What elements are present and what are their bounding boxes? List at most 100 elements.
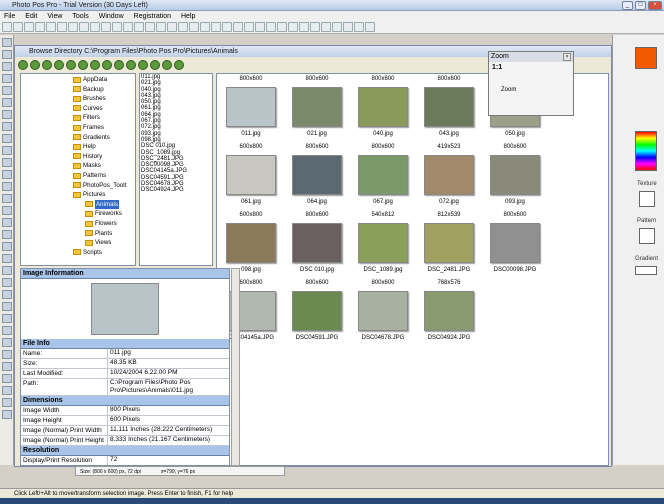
tree-item[interactable]: Masks	[73, 161, 101, 170]
tool-icon[interactable]	[2, 266, 12, 275]
tree-item[interactable]: Gradients	[73, 133, 110, 142]
tool-icon[interactable]	[2, 254, 12, 263]
tool-icon[interactable]	[2, 98, 12, 107]
thumbnail-item[interactable]: 600x800 061.jpg	[219, 143, 283, 211]
toolbar-button-icon[interactable]	[68, 22, 78, 32]
toolbar-button-icon[interactable]	[299, 22, 309, 32]
tool-icon[interactable]	[2, 398, 12, 407]
toolbar-button-icon[interactable]	[90, 22, 100, 32]
thumbnail-item[interactable]: 800x600 067.jpg	[351, 143, 415, 211]
menu-item-file[interactable]: File	[4, 13, 15, 20]
file-list-item[interactable]: DSC04924.JPG	[140, 187, 212, 193]
thumbnail-item[interactable]: 800x600 040.jpg	[351, 75, 415, 143]
browse-tool-icon[interactable]	[66, 59, 76, 70]
gradient-swatch[interactable]	[635, 266, 657, 275]
tree-item[interactable]: PhotoPos_Toolt	[73, 181, 126, 190]
tree-item[interactable]: Frames	[73, 123, 104, 132]
toolbar-button-icon[interactable]	[2, 22, 12, 32]
tool-icon[interactable]	[2, 38, 12, 47]
toolbar-button-icon[interactable]	[310, 22, 320, 32]
menu-item-tools[interactable]: Tools	[72, 13, 88, 20]
tree-item[interactable]: Fireworks	[85, 209, 122, 218]
toolbar-button-icon[interactable]	[112, 22, 122, 32]
tool-icon[interactable]	[2, 410, 12, 419]
thumbnail-item[interactable]: 419x523 072.jpg	[417, 143, 481, 211]
tree-item[interactable]: Brushes	[73, 94, 106, 103]
toolbar-button-icon[interactable]	[343, 22, 353, 32]
toolbar-button-icon[interactable]	[244, 22, 254, 32]
thumbnail-grid[interactable]: 800x600 011.jpg 800x600 021.jpg 800x600 040.j…	[216, 73, 609, 466]
toolbar-button-icon[interactable]	[57, 22, 67, 32]
tool-icon[interactable]	[2, 314, 12, 323]
thumbnail-item[interactable]: 800x600 DSC04678.JPG	[351, 279, 415, 347]
thumbnail-item[interactable]: 800x600 DSC00098.JPG	[483, 211, 547, 279]
toolbar-button-icon[interactable]	[365, 22, 375, 32]
thumbnail-item[interactable]: 800x600 DSC04591.JPG	[285, 279, 349, 347]
tool-icon[interactable]	[2, 350, 12, 359]
tool-icon[interactable]	[2, 278, 12, 287]
menu-item-window[interactable]: Window	[99, 13, 124, 20]
tool-icon[interactable]	[2, 338, 12, 347]
browse-tool-icon[interactable]	[30, 59, 40, 70]
info-scrollbar[interactable]	[231, 268, 240, 466]
browse-tool-icon[interactable]	[54, 59, 64, 70]
toolbar-button-icon[interactable]	[79, 22, 89, 32]
toolbar-button-icon[interactable]	[35, 22, 45, 32]
toolbar-button-icon[interactable]	[354, 22, 364, 32]
foreground-color-swatch[interactable]	[635, 47, 657, 69]
thumbnail-item[interactable]: 540x812 DSC_1089.jpg	[351, 211, 415, 279]
close-button[interactable]: ×	[648, 1, 662, 10]
browse-tool-icon[interactable]	[18, 59, 28, 70]
toolbar-button-icon[interactable]	[200, 22, 210, 32]
thumbnail-item[interactable]: 800x600 021.jpg	[285, 75, 349, 143]
tool-icon[interactable]	[2, 302, 12, 311]
tree-item[interactable]: AppData	[73, 75, 107, 84]
maximize-button[interactable]: □	[635, 1, 646, 10]
toolbar-button-icon[interactable]	[178, 22, 188, 32]
tree-item[interactable]: Pictures	[73, 190, 105, 199]
file-list[interactable]: 011.jpg 021.jpg 040.jpg 043.jpg 050.jpg 061.j…	[139, 73, 213, 266]
texture-swatch[interactable]	[639, 191, 655, 207]
tree-item[interactable]: Patterns	[73, 171, 106, 180]
toolbar-button-icon[interactable]	[255, 22, 265, 32]
tree-item[interactable]: History	[73, 152, 102, 161]
toolbar-button-icon[interactable]	[288, 22, 298, 32]
tool-icon[interactable]	[2, 86, 12, 95]
menu-item-edit[interactable]: Edit	[25, 13, 37, 20]
toolbar-button-icon[interactable]	[266, 22, 276, 32]
toolbar-button-icon[interactable]	[189, 22, 199, 32]
tree-item[interactable]: Views	[85, 238, 111, 247]
browse-tool-icon[interactable]	[102, 59, 112, 70]
browse-tool-icon[interactable]	[174, 59, 184, 70]
tool-icon[interactable]	[2, 374, 12, 383]
toolbar-button-icon[interactable]	[233, 22, 243, 32]
toolbar-button-icon[interactable]	[321, 22, 331, 32]
tool-icon[interactable]	[2, 194, 12, 203]
toolbar-button-icon[interactable]	[332, 22, 342, 32]
toolbar-button-icon[interactable]	[13, 22, 23, 32]
toolbar-button-icon[interactable]	[156, 22, 166, 32]
tool-icon[interactable]	[2, 50, 12, 59]
tool-icon[interactable]	[2, 122, 12, 131]
toolbar-button-icon[interactable]	[277, 22, 287, 32]
thumbnail-item[interactable]: 800x600 093.jpg	[483, 143, 547, 211]
tool-icon[interactable]	[2, 326, 12, 335]
menu-item-registration[interactable]: Registration	[134, 13, 171, 20]
toolbar-button-icon[interactable]	[24, 22, 34, 32]
toolbar-button-icon[interactable]	[123, 22, 133, 32]
menu-item-view[interactable]: View	[47, 13, 62, 20]
tool-icon[interactable]	[2, 110, 12, 119]
pattern-swatch[interactable]	[639, 228, 655, 244]
tool-icon[interactable]	[2, 74, 12, 83]
tree-item[interactable]: Backup	[73, 85, 104, 94]
toolbar-button-icon[interactable]	[211, 22, 221, 32]
tree-item[interactable]: Flowers	[85, 219, 117, 228]
tool-icon[interactable]	[2, 362, 12, 371]
tool-icon[interactable]	[2, 146, 12, 155]
toolbar-button-icon[interactable]	[167, 22, 177, 32]
tool-icon[interactable]	[2, 242, 12, 251]
menu-item-help[interactable]: Help	[181, 13, 195, 20]
browse-tool-icon[interactable]	[42, 59, 52, 70]
tool-icon[interactable]	[2, 62, 12, 71]
thumbnail-item[interactable]: 800x600 DSC 010.jpg	[285, 211, 349, 279]
